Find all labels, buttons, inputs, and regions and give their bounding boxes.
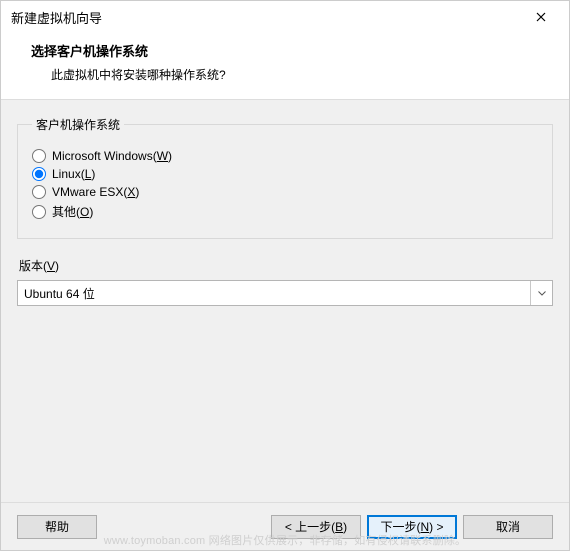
- radio-windows[interactable]: Microsoft Windows(W): [32, 149, 538, 163]
- radio-vmware-esx-input[interactable]: [32, 185, 46, 199]
- wizard-body: 客户机操作系统 Microsoft Windows(W) Linux(L) VM…: [1, 100, 569, 502]
- radio-other-label: 其他(O): [52, 203, 93, 220]
- dropdown-button[interactable]: [530, 281, 552, 305]
- back-button[interactable]: < 上一步(B): [271, 515, 361, 539]
- close-button[interactable]: [521, 3, 561, 31]
- radio-vmware-esx[interactable]: VMware ESX(X): [32, 185, 538, 199]
- wizard-header: 选择客户机操作系统 此虚拟机中将安装哪种操作系统?: [1, 33, 569, 100]
- radio-vmware-esx-label: VMware ESX(X): [52, 185, 139, 199]
- version-select[interactable]: Ubuntu 64 位: [17, 280, 553, 306]
- version-label: 版本(V): [19, 257, 553, 274]
- radio-linux[interactable]: Linux(L): [32, 167, 538, 181]
- titlebar: 新建虚拟机向导: [1, 1, 569, 33]
- next-button[interactable]: 下一步(N) >: [367, 515, 457, 539]
- cancel-button[interactable]: 取消: [463, 515, 553, 539]
- help-button[interactable]: 帮助: [17, 515, 97, 539]
- header-title: 选择客户机操作系统: [31, 41, 539, 60]
- radio-other[interactable]: 其他(O): [32, 203, 538, 220]
- guest-os-legend: 客户机操作系统: [32, 116, 124, 133]
- window-title: 新建虚拟机向导: [11, 8, 102, 27]
- radio-windows-label: Microsoft Windows(W): [52, 149, 172, 163]
- header-subtitle: 此虚拟机中将安装哪种操作系统?: [31, 66, 539, 83]
- radio-linux-label: Linux(L): [52, 167, 95, 181]
- version-selected-value: Ubuntu 64 位: [24, 285, 95, 302]
- chevron-down-icon: [538, 291, 546, 296]
- guest-os-group: 客户机操作系统 Microsoft Windows(W) Linux(L) VM…: [17, 116, 553, 239]
- radio-linux-input[interactable]: [32, 167, 46, 181]
- close-icon: [536, 12, 546, 22]
- wizard-footer: 帮助 < 上一步(B) 下一步(N) > 取消: [1, 502, 569, 550]
- radio-other-input[interactable]: [32, 205, 46, 219]
- radio-windows-input[interactable]: [32, 149, 46, 163]
